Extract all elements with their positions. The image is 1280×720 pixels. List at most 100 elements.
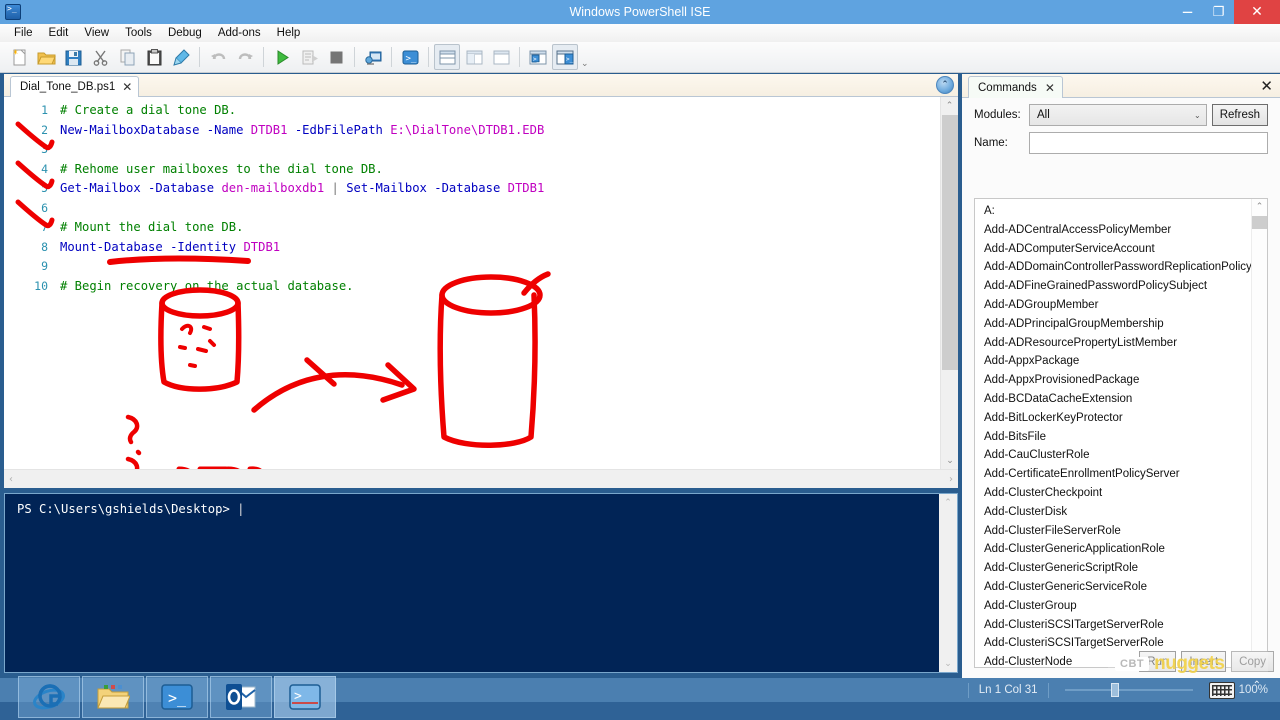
list-item[interactable]: Add-ClusterGroup: [984, 597, 1251, 616]
name-label: Name:: [974, 137, 1008, 149]
code-token: -Database: [426, 181, 508, 195]
window-controls: − ❐ ✕: [1172, 0, 1280, 24]
run-script-icon[interactable]: [269, 44, 295, 70]
chevron-down-icon: ⌄: [1194, 110, 1201, 120]
chevron-left-icon[interactable]: ‹: [9, 474, 13, 485]
cut-icon[interactable]: [87, 44, 113, 70]
run-selection-icon[interactable]: [296, 44, 322, 70]
list-item[interactable]: Add-AppxPackage: [984, 352, 1251, 371]
taskbar-powershell[interactable]: >_: [146, 676, 208, 718]
list-item[interactable]: Add-ADComputerServiceAccount: [984, 240, 1251, 259]
line-number: 8: [41, 239, 48, 254]
show-command-addon-icon[interactable]: >_: [525, 44, 551, 70]
new-script-icon[interactable]: [6, 44, 32, 70]
script-tab-dial-tone-db[interactable]: Dial_Tone_DB.ps1 ✕: [10, 76, 140, 97]
list-item[interactable]: Add-BitsFile: [984, 428, 1251, 447]
editor-horizontal-scrollbar[interactable]: ‹ ›: [4, 469, 958, 488]
chevron-up-icon[interactable]: ⌃: [936, 76, 954, 94]
save-icon[interactable]: [60, 44, 86, 70]
menu-help[interactable]: Help: [269, 26, 309, 40]
layout-side-by-side-icon[interactable]: [461, 44, 487, 70]
menu-add-ons[interactable]: Add-ons: [210, 26, 269, 40]
menu-file[interactable]: File: [6, 26, 41, 40]
list-item[interactable]: Add-ClusterGenericApplicationRole: [984, 540, 1251, 559]
layout-maximized-icon[interactable]: [488, 44, 514, 70]
chevron-down-icon[interactable]: ⌄: [939, 655, 957, 672]
toolbar-separator: [354, 47, 355, 67]
redo-icon[interactable]: [232, 44, 258, 70]
close-button[interactable]: ✕: [1234, 0, 1280, 24]
close-icon[interactable]: ✕: [1045, 81, 1055, 95]
scrollbar-thumb[interactable]: [1252, 216, 1267, 229]
layout-top-bottom-icon[interactable]: [434, 44, 460, 70]
copy-icon[interactable]: [114, 44, 140, 70]
console-vertical-scrollbar[interactable]: ⌃ ⌄: [939, 494, 957, 672]
line-number: 1: [41, 103, 48, 117]
taskbar-internet-explorer[interactable]: [18, 676, 80, 718]
menu-debug[interactable]: Debug: [160, 26, 210, 40]
list-item[interactable]: Add-ClusterGenericServiceRole: [984, 578, 1251, 597]
list-item[interactable]: Add-AppxProvisionedPackage: [984, 371, 1251, 390]
list-item[interactable]: Add-ADDomainControllerPasswordReplicatio…: [984, 258, 1252, 277]
console-pane[interactable]: PS C:\Users\gshields\Desktop> | ⌃ ⌄: [4, 493, 958, 673]
commands-pane: Commands ✕ ✕ Modules: All ⌄ Refresh Name…: [962, 74, 1280, 678]
system-tray[interactable]: [1232, 704, 1272, 718]
tab-commands[interactable]: Commands ✕: [968, 76, 1063, 98]
paste-icon[interactable]: [141, 44, 167, 70]
editor-vertical-scrollbar[interactable]: ⌃ ⌄: [940, 97, 958, 469]
chevron-up-icon[interactable]: ⌃: [1252, 199, 1267, 215]
restore-button[interactable]: ❐: [1203, 0, 1234, 24]
new-remote-tab-icon[interactable]: [360, 44, 386, 70]
on-screen-keyboard-icon[interactable]: [1208, 681, 1235, 699]
refresh-button[interactable]: Refresh: [1211, 104, 1268, 126]
chevron-down-icon[interactable]: ⌄: [941, 452, 959, 469]
list-item[interactable]: Add-BitLockerKeyProtector: [984, 409, 1251, 428]
list-item[interactable]: Add-ClusterDisk: [984, 503, 1251, 522]
list-item[interactable]: Add-ADFineGrainedPasswordPolicySubject: [984, 277, 1251, 296]
open-script-icon[interactable]: [33, 44, 59, 70]
taskbar-file-explorer[interactable]: [82, 676, 144, 718]
stop-operation-icon[interactable]: [323, 44, 349, 70]
modules-select[interactable]: All ⌄: [1029, 104, 1207, 126]
menu-tools[interactable]: Tools: [117, 26, 160, 40]
list-item[interactable]: Add-ClusterFileServerRole: [984, 522, 1251, 541]
commands-list-scrollbar[interactable]: ⌃ ⌄: [1251, 199, 1267, 667]
list-item[interactable]: Add-ADPrincipalGroupMembership: [984, 315, 1251, 334]
zoom-slider[interactable]: [1064, 683, 1193, 697]
toolbar-overflow-button[interactable]: ⌄: [581, 58, 589, 69]
minimize-button[interactable]: −: [1172, 0, 1203, 24]
console-prompt-text: PS C:\Users\gshields\Desktop>: [17, 502, 238, 516]
clear-console-icon[interactable]: [168, 44, 194, 70]
chevron-up-icon[interactable]: ⌃: [941, 97, 958, 114]
name-input[interactable]: [1029, 132, 1268, 154]
list-item[interactable]: Add-ADCentralAccessPolicyMember: [984, 221, 1251, 240]
code-token: |: [324, 181, 347, 195]
close-icon[interactable]: ✕: [122, 80, 132, 94]
chevron-right-icon[interactable]: ›: [949, 474, 953, 485]
list-item[interactable]: Add-ClusteriSCSITargetServerRole: [984, 616, 1251, 635]
close-pane-icon[interactable]: ✕: [1260, 77, 1273, 95]
commands-list[interactable]: A: Add-ADCentralAccessPolicyMember Add-ADC…: [974, 198, 1268, 668]
menu-view[interactable]: View: [76, 26, 117, 40]
list-item[interactable]: Add-CauClusterRole: [984, 446, 1251, 465]
line-number: 6: [41, 200, 48, 215]
list-item[interactable]: Add-ClusterGenericScriptRole: [984, 559, 1251, 578]
list-item[interactable]: Add-ClusterCheckpoint: [984, 484, 1251, 503]
show-commands-pane-icon[interactable]: >_: [552, 44, 578, 70]
code-token: -Name: [199, 122, 251, 137]
commands-tab-label: Commands: [978, 81, 1037, 94]
chevron-up-icon[interactable]: ⌃: [939, 494, 957, 511]
menu-edit[interactable]: Edit: [41, 26, 77, 40]
list-item[interactable]: Add-CertificateEnrollmentPolicyServer: [984, 465, 1251, 484]
list-item[interactable]: Add-ADGroupMember: [984, 296, 1251, 315]
list-item[interactable]: Add-BCDataCacheExtension: [984, 390, 1251, 409]
taskbar-outlook[interactable]: [210, 676, 272, 718]
scrollbar-thumb[interactable]: [942, 115, 958, 370]
start-powershell-icon[interactable]: >_: [397, 44, 423, 70]
code-editor[interactable]: 1 2 3 4 5 6 7 8 9 10 # Create a dial tone DB. New-…: [4, 97, 940, 469]
undo-icon[interactable]: [205, 44, 231, 70]
zoom-slider-knob[interactable]: [1110, 683, 1119, 697]
taskbar-powershell-ise[interactable]: >_: [274, 676, 336, 718]
list-item[interactable]: Add-ADResourcePropertyListMember: [984, 334, 1251, 353]
